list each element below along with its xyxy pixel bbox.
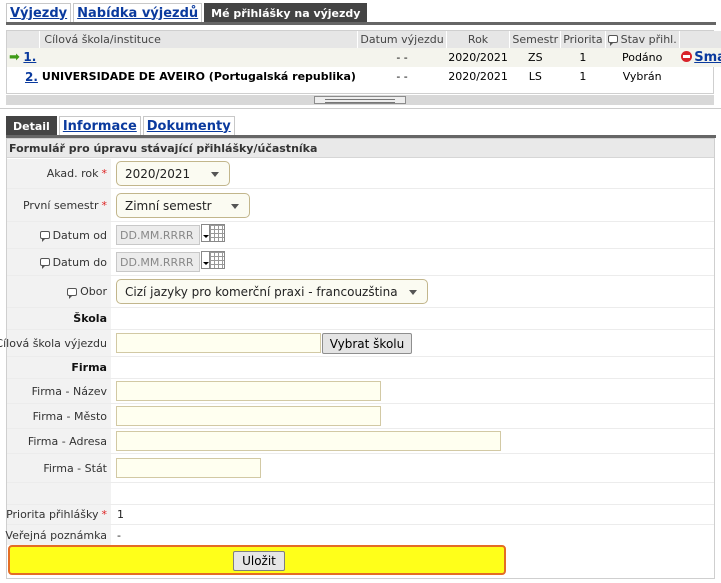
- row-priorita: Priorita přihlášky * 1: [6, 505, 714, 525]
- row-year: 2020/2021: [448, 70, 508, 83]
- row-semester: ZS: [509, 48, 561, 67]
- edit-form: Formulář pro úpravu stávající přihlášky/…: [0, 138, 715, 579]
- row-poznamka: Veřejná poznámka -: [5, 525, 714, 545]
- datum-do-input[interactable]: DD.MM.RRRR: [116, 252, 200, 272]
- row-datum-do: Datum do DD.MM.RRRR: [7, 249, 714, 276]
- col-rok: Rok: [446, 31, 511, 48]
- chevron-down-icon: [211, 172, 219, 177]
- chevron-down-icon: [409, 290, 417, 295]
- col-datum-vyjezdu: Datum výjezdu: [357, 31, 447, 48]
- row-firma-stat: Firma - Stát: [7, 454, 714, 483]
- row-status: Podáno: [605, 48, 680, 67]
- akad-rok-select[interactable]: 2020/2021: [116, 161, 230, 186]
- row-date: - -: [357, 48, 447, 67]
- row-spacer: [7, 483, 714, 505]
- scrollbar-thumb[interactable]: [314, 96, 406, 104]
- row-number-link[interactable]: 1.: [23, 50, 36, 64]
- firma-nazev-input[interactable]: [116, 381, 381, 401]
- firma-stat-input[interactable]: [116, 458, 261, 478]
- prvni-semestr-select[interactable]: Zimní semestr: [116, 193, 250, 218]
- col-stav-prihl: Stav přihl.: [605, 31, 680, 48]
- save-button[interactable]: Uložit: [233, 551, 285, 571]
- datum-od-input[interactable]: DD.MM.RRRR: [116, 225, 200, 245]
- row-firma-nazev: Firma - Název: [7, 379, 714, 404]
- comment-icon: [39, 231, 50, 242]
- tab-dokumenty[interactable]: Dokumenty: [142, 116, 235, 135]
- poznamka-value: -: [117, 528, 121, 542]
- col-priorita: Priorita: [560, 31, 606, 48]
- applications-table: Cílová škola/instituce Datum výjezdu Rok…: [6, 30, 721, 94]
- table-row[interactable]: 2. UNIVERSIDADE DE AVEIRO (Portugalská r…: [7, 67, 721, 86]
- delete-link[interactable]: Smazat: [694, 50, 721, 65]
- delete-icon[interactable]: [681, 51, 693, 62]
- row-obor: Obor Cizí jazyky pro komerční praxi - fr…: [7, 276, 714, 308]
- calendar-icon[interactable]: [201, 251, 225, 269]
- calendar-icon[interactable]: [201, 224, 225, 242]
- firma-adresa-input[interactable]: [116, 431, 501, 451]
- table-row[interactable]: ➡ 1. - - 2020/2021 ZS 1 Podáno Smazat: [7, 48, 721, 67]
- row-prvni-semestr: První semestr * Zimní semestr: [7, 189, 714, 222]
- row-priority: 1: [560, 48, 606, 67]
- comment-icon: [607, 35, 618, 46]
- row-priority: 1: [579, 70, 587, 83]
- row-year: 2020/2021: [446, 48, 510, 67]
- obor-select[interactable]: Cizí jazyky pro komerční praxi - francou…: [116, 279, 428, 304]
- row-datum-od: Datum od DD.MM.RRRR: [7, 222, 714, 249]
- row-date: - -: [396, 70, 408, 83]
- divider: [0, 108, 721, 109]
- row-school: UNIVERSIDADE DE AVEIRO (Portugalská repu…: [41, 70, 356, 83]
- tab-underline: [6, 22, 716, 25]
- vybrat-skolu-button[interactable]: Vybrat školu: [322, 333, 412, 354]
- row-semester: LS: [528, 70, 542, 83]
- firma-mesto-input[interactable]: [116, 406, 381, 426]
- form-title: Formulář pro úpravu stávající přihlášky/…: [7, 139, 714, 158]
- top-tabs: Výjezdy Nabídka výjezdů Mé přihlášky na …: [6, 3, 369, 22]
- tab-nabidka-vyjezdu[interactable]: Nabídka výjezdů: [73, 3, 203, 22]
- row-firma-mesto: Firma - Město: [7, 404, 714, 429]
- horizontal-scrollbar[interactable]: [6, 95, 714, 105]
- row-firma-heading: Firma: [7, 357, 714, 379]
- save-bar: Uložit: [8, 545, 506, 575]
- row-skola-heading: Škola: [7, 308, 714, 330]
- row-school: [39, 48, 358, 67]
- row-number-link[interactable]: 2.: [25, 70, 38, 84]
- detail-tabs: Detail Informace Dokumenty: [6, 116, 237, 135]
- row-status: Vybrán: [622, 70, 662, 83]
- tab-vyjezdy[interactable]: Výjezdy: [6, 3, 72, 22]
- cilova-skola-input[interactable]: [116, 333, 321, 353]
- row-firma-adresa: Firma - Adresa: [7, 429, 714, 454]
- tab-informace[interactable]: Informace: [58, 116, 141, 135]
- row-cilova-skola: Cílová škola výjezdu Vybrat školu: [0, 330, 714, 357]
- tab-detail[interactable]: Detail: [6, 116, 57, 135]
- chevron-down-icon: [231, 204, 239, 209]
- section-heading-skola: Škola: [7, 308, 111, 329]
- row-akad-rok: Akad. rok * 2020/2021: [7, 159, 714, 189]
- col-cilova-skola: Cílová škola/instituce: [39, 31, 359, 48]
- col-semestr: Semestr: [509, 31, 562, 48]
- comment-icon: [67, 287, 78, 299]
- arrow-right-icon: ➡: [9, 50, 20, 65]
- tab-me-prihlasky[interactable]: Mé přihlášky na výjezdy: [204, 3, 368, 22]
- comment-icon: [39, 258, 50, 269]
- priorita-value: 1: [117, 508, 124, 521]
- section-heading-firma: Firma: [7, 357, 111, 378]
